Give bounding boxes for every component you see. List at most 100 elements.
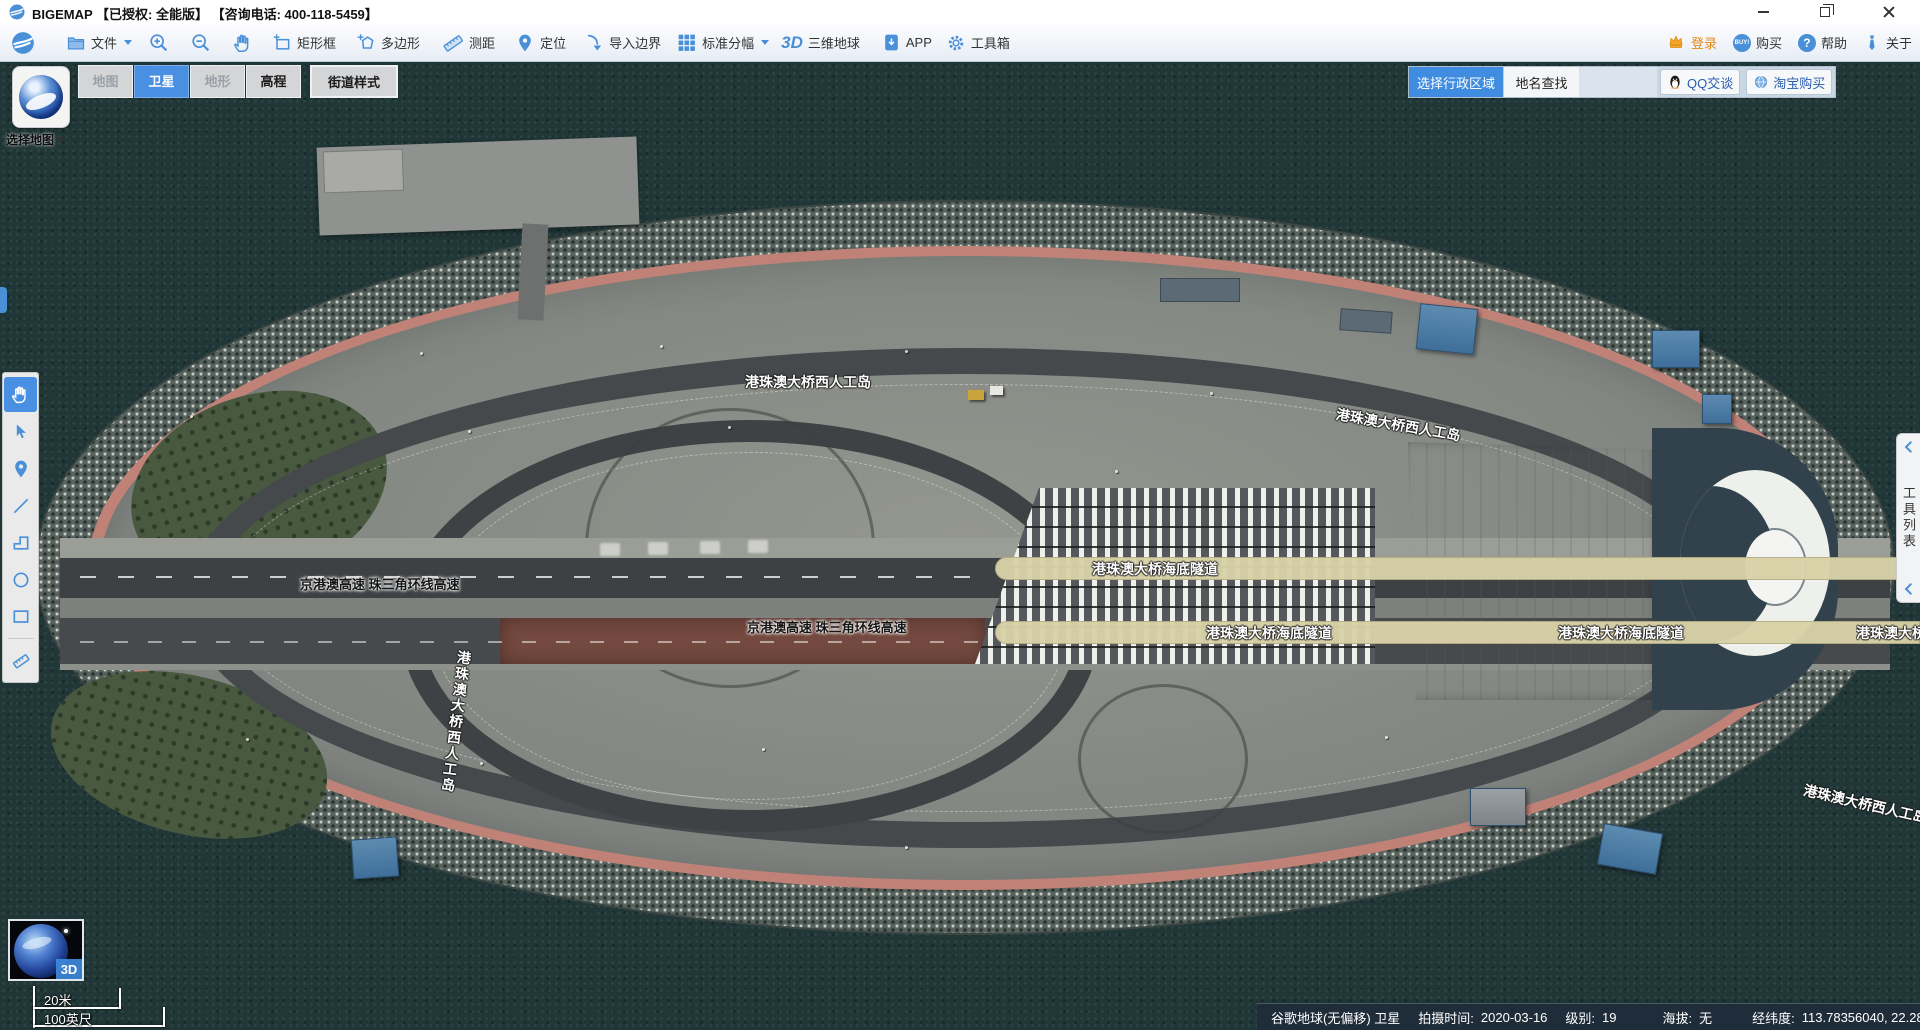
star-dot xyxy=(64,929,68,933)
select-map-button[interactable] xyxy=(12,66,70,128)
rectangle-tool[interactable] xyxy=(4,599,37,634)
help-label: 帮助 xyxy=(1821,33,1847,52)
polygon-tool[interactable] xyxy=(4,525,37,560)
import-boundary-label: 导入边界 xyxy=(609,33,661,52)
app-button[interactable]: APP xyxy=(882,33,932,52)
zoom-in-icon xyxy=(148,32,170,54)
question-icon: ? xyxy=(1798,34,1816,52)
buy-label: 购买 xyxy=(1756,33,1782,52)
map-viewport[interactable]: 港珠澳大桥西人工岛 港珠澳大桥西人工岛 港珠澳大桥西人工岛 港珠澳大桥西人工岛 … xyxy=(0,0,1920,1030)
chevron-down-icon xyxy=(56,137,64,142)
light-pole xyxy=(762,748,765,751)
qq-penguin-icon xyxy=(1667,74,1683,90)
measure-label: 测距 xyxy=(469,33,495,52)
login-button[interactable]: 登录 xyxy=(1666,33,1717,52)
long-structure xyxy=(1339,308,1392,334)
tab-terrain[interactable]: 地形 xyxy=(190,65,245,98)
folder-icon xyxy=(66,33,86,53)
mini-globe-3d-toggle[interactable]: 3D xyxy=(8,919,84,981)
coordinates-value: 113.78356040, 22.28347868 xyxy=(1802,1010,1920,1025)
tab-satellite[interactable]: 卫星 xyxy=(134,65,189,98)
file-menu[interactable]: 文件 xyxy=(66,33,132,53)
grid-icon xyxy=(677,33,697,53)
marker-tool[interactable] xyxy=(4,451,37,486)
expressway-label: 京港澳高速 珠三角环线高速 xyxy=(747,617,907,636)
toolbox-button[interactable]: 工具箱 xyxy=(946,33,1010,53)
search-input[interactable] xyxy=(1579,67,1657,97)
help-button[interactable]: ? 帮助 xyxy=(1798,33,1847,52)
about-button[interactable]: 关于 xyxy=(1863,33,1912,53)
maximize-button[interactable] xyxy=(1808,0,1842,24)
chevron-left-icon[interactable] xyxy=(1902,440,1916,454)
light-pole xyxy=(190,415,193,418)
zoom-level-label: 级别: xyxy=(1565,1008,1595,1027)
qq-chat-label: QQ交谈 xyxy=(1687,73,1733,92)
buy-button[interactable]: BUY! 购买 xyxy=(1733,33,1782,52)
hand-icon xyxy=(232,32,254,54)
select-map-label[interactable]: 选择地图 xyxy=(6,131,64,148)
left-tool-strip xyxy=(2,372,39,683)
locate-button[interactable]: 定位 xyxy=(515,33,566,53)
chevron-down-icon xyxy=(761,40,769,45)
chevron-left-icon[interactable] xyxy=(1902,582,1916,596)
admin-region-tab[interactable]: 选择行政区域 xyxy=(1409,67,1503,97)
zoom-out-button[interactable] xyxy=(190,32,212,54)
hand-icon xyxy=(10,384,31,405)
circle-tool[interactable] xyxy=(4,562,37,597)
lane-marking xyxy=(80,576,990,578)
globe-3d-button[interactable]: 3D 三维地球 xyxy=(781,33,860,53)
minimize-icon xyxy=(1758,11,1769,13)
light-pole xyxy=(660,345,663,348)
status-bar: 谷歌地球(无偏移) 卫星 拍摄时间: 2020-03-16 级别: 19 海拔:… xyxy=(1257,1003,1920,1030)
qq-chat-button[interactable]: QQ交谈 xyxy=(1660,69,1740,95)
window-title: BIGEMAP 【已授权: 全能版】 【咨询电话: 400-118-5459】 xyxy=(32,4,378,23)
scale-metric-label: 20米 xyxy=(44,990,71,1009)
zoom-in-button[interactable] xyxy=(148,32,170,54)
rect-box-tool[interactable]: 矩形框 xyxy=(272,33,336,53)
capture-date-value: 2020-03-16 xyxy=(1481,1010,1548,1025)
standard-sheet-label: 标准分幅 xyxy=(702,33,754,52)
measure-tool[interactable] xyxy=(4,643,37,678)
login-label: 登录 xyxy=(1691,33,1717,52)
tab-map[interactable]: 地图 xyxy=(78,65,133,98)
lane-marking xyxy=(80,641,990,643)
close-button[interactable] xyxy=(1872,0,1906,24)
import-boundary-button[interactable]: 导入边界 xyxy=(584,33,661,53)
island-label: 港珠澳大桥西人工岛 xyxy=(745,372,871,392)
line-icon xyxy=(11,496,31,516)
polygon-label: 多边形 xyxy=(381,33,420,52)
measure-button[interactable]: 测距 xyxy=(442,32,495,54)
light-pole xyxy=(1385,736,1388,739)
blue-roof-building xyxy=(1702,394,1732,424)
place-search-tab[interactable]: 地名查找 xyxy=(1503,67,1579,97)
left-edge-handle[interactable] xyxy=(0,287,7,313)
select-arrow-tool[interactable] xyxy=(4,414,37,449)
bigemap-logo-icon xyxy=(10,30,36,56)
tie-icon xyxy=(1863,33,1881,53)
map-source: 谷歌地球(无偏移) 卫星 xyxy=(1271,1008,1400,1027)
tab-elevation[interactable]: 高程 xyxy=(246,65,301,98)
polygon-icon xyxy=(11,533,31,553)
light-pole xyxy=(728,426,731,429)
street-style-button[interactable]: 街道样式 xyxy=(310,65,398,98)
globe-icon xyxy=(1753,74,1769,90)
standard-sheet-button[interactable]: 标准分幅 xyxy=(677,33,769,53)
tool-list-panel[interactable]: 工具列表 xyxy=(1896,433,1920,603)
cursor-icon xyxy=(11,422,31,442)
zoom-level-value: 19 xyxy=(1602,1010,1616,1025)
minimize-button[interactable] xyxy=(1746,0,1780,24)
rect-box-label: 矩形框 xyxy=(297,33,336,52)
circular-pad xyxy=(1078,684,1248,834)
zoom-out-icon xyxy=(190,32,212,54)
polygon-tool-button[interactable]: 多边形 xyxy=(356,33,420,53)
road-paint-marking xyxy=(648,542,668,555)
taobao-buy-button[interactable]: 淘宝购买 xyxy=(1746,69,1832,95)
pan-tool-button[interactable] xyxy=(232,32,254,54)
tunnel-label-clipped: 港珠澳大桥海底隧道 xyxy=(1856,623,1920,643)
maximize-icon xyxy=(1820,7,1830,17)
expressway-label: 京港澳高速 珠三角环线高速 xyxy=(300,574,460,593)
gear-icon xyxy=(946,33,966,53)
chevron-down-icon xyxy=(124,40,132,45)
line-tool[interactable] xyxy=(4,488,37,523)
pan-hand-tool[interactable] xyxy=(4,377,37,412)
